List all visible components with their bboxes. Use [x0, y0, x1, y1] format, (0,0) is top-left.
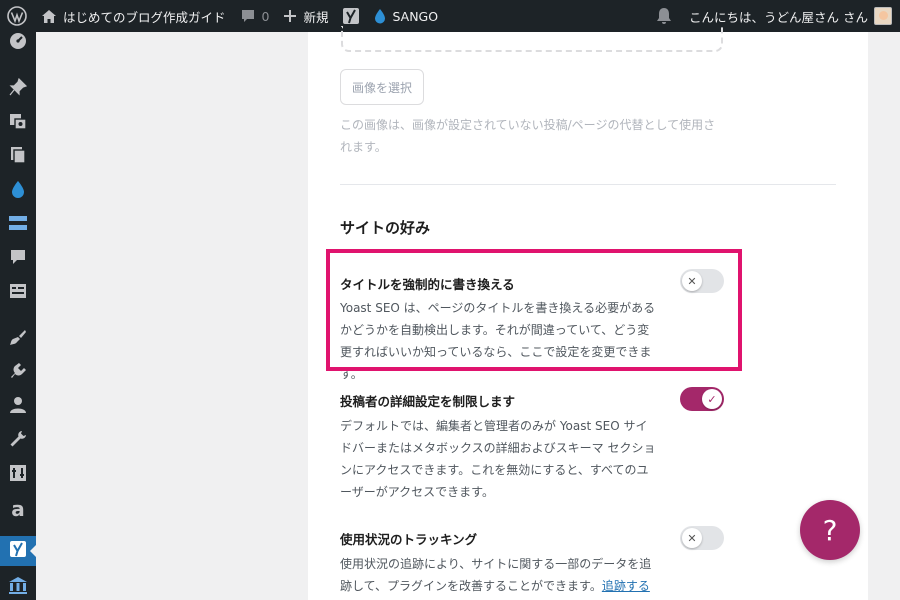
- current-indicator: [30, 545, 36, 557]
- highlight-frame: [326, 249, 742, 371]
- sidebar-item-tools[interactable]: [0, 427, 36, 455]
- yoast-icon: [9, 540, 27, 562]
- sidebar-item-posts[interactable]: [0, 75, 36, 103]
- divider: [340, 184, 836, 185]
- dashboard-icon: [9, 32, 27, 54]
- comments-link[interactable]: 0: [233, 0, 277, 32]
- pages-icon: [9, 146, 27, 168]
- select-image-button[interactable]: 画像を選択: [340, 69, 425, 105]
- sidebar-item-pages[interactable]: [0, 143, 36, 171]
- sidebar-item-sango[interactable]: [0, 177, 36, 205]
- avatar: [874, 7, 892, 25]
- toggle-off-icon: ✕: [682, 528, 702, 548]
- appearance-icon: [9, 328, 27, 350]
- comment-bubble-icon: [240, 9, 256, 24]
- sidebar-item-settings[interactable]: [0, 461, 36, 489]
- admin-sidebar: a: [0, 32, 36, 600]
- sidebar-item-appearance[interactable]: [0, 325, 36, 353]
- check-icon: ✓: [702, 389, 722, 409]
- sidebar-item-plugins[interactable]: [0, 359, 36, 387]
- sidebar-item-bank[interactable]: [0, 573, 36, 600]
- sidebar-item-amazon[interactable]: a: [0, 495, 36, 523]
- sidebar-item-yoast[interactable]: [0, 536, 36, 566]
- comments-icon: [9, 248, 27, 270]
- bank-icon: [8, 576, 28, 598]
- comments-count: 0: [261, 8, 270, 24]
- plus-icon: [283, 9, 297, 23]
- setting-desc-restrict-advanced: デフォルトでは、編集者と管理者のみが Yoast SEO サイドバーまたはメタボ…: [340, 419, 656, 499]
- greeting: こんにちは、うどん屋さん さん: [689, 9, 868, 25]
- sections-icon: [8, 214, 28, 236]
- image-dropzone[interactable]: [341, 26, 723, 52]
- image-help-text: この画像は、画像が設定されていない投稿/ページの代替として使用されます。: [340, 118, 716, 154]
- setting-desc-usage-tracking: 使用状況の追跡により、サイトに関する一部のデータを追跡して、プラグインを改善する…: [340, 553, 658, 600]
- pin-icon: [9, 77, 28, 100]
- home-icon: [41, 9, 57, 24]
- yoast-icon: [342, 7, 360, 25]
- setting-title-restrict-advanced: 投稿者の詳細設定を制限します: [340, 394, 516, 409]
- sidebar-item-dashboard[interactable]: [0, 29, 36, 57]
- media-icon: [9, 112, 27, 134]
- help-bubble-button[interactable]: ?: [800, 500, 860, 560]
- theme-label: SANGO: [392, 8, 439, 24]
- toggle-restrict-advanced-settings[interactable]: ✓: [680, 387, 724, 411]
- toggle-usage-tracking[interactable]: ✕: [680, 526, 724, 550]
- plugins-icon: [9, 362, 27, 384]
- sidebar-item-comments[interactable]: [0, 245, 36, 273]
- sidebar-item-media[interactable]: [0, 109, 36, 137]
- water-drop-icon: [374, 8, 386, 24]
- new-label: 新規: [303, 9, 329, 25]
- new-content-link[interactable]: 新規: [276, 0, 335, 32]
- bell-icon: [656, 7, 672, 25]
- amazon-icon: a: [11, 497, 25, 521]
- sidebar-item-sections[interactable]: [0, 211, 36, 239]
- wordpress-icon[interactable]: [0, 0, 34, 32]
- users-icon: [9, 396, 27, 418]
- site-name: はじめてのブログ作成ガイド: [63, 9, 226, 25]
- drop-icon: [11, 180, 25, 202]
- setting-title-usage-tracking: 使用状況のトラッキング: [340, 532, 478, 547]
- settings-icon: [9, 464, 27, 486]
- site-name-link[interactable]: はじめてのブログ作成ガイド: [34, 0, 233, 32]
- forms-icon: [9, 283, 27, 303]
- tools-icon: [9, 430, 27, 452]
- section-title: サイトの好み: [340, 219, 431, 237]
- sidebar-item-forms[interactable]: [0, 279, 36, 307]
- sidebar-item-users[interactable]: [0, 393, 36, 421]
